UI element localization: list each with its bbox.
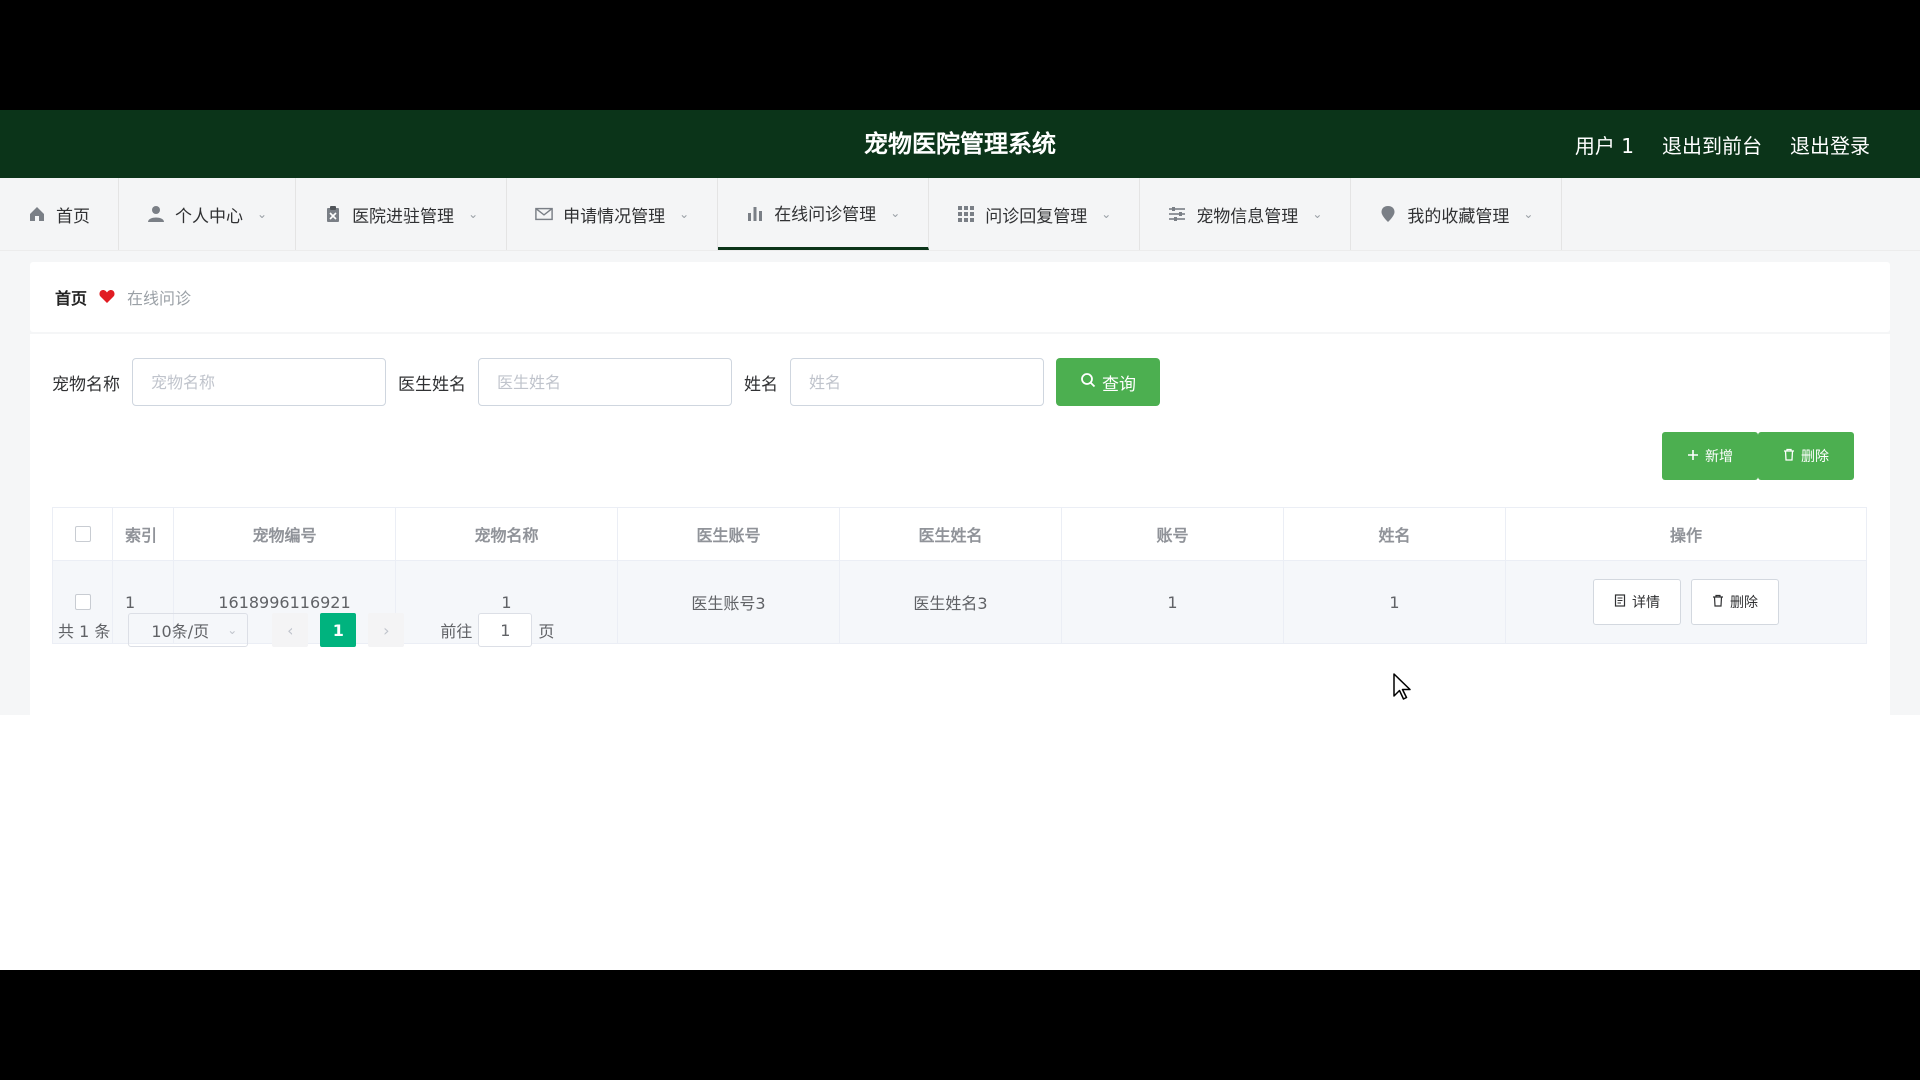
chevron-down-icon: ⌄ <box>1523 207 1534 221</box>
select-all-cell <box>53 508 113 560</box>
column-header: 账号 <box>1062 508 1284 560</box>
breadcrumb-home[interactable]: 首页 <box>55 285 87 309</box>
doctor-name-input[interactable] <box>478 358 732 406</box>
nav-item-label: 医院进驻管理 <box>352 206 455 227</box>
column-header: 索引 <box>113 508 174 560</box>
back-to-front-link[interactable]: 退出到前台 <box>1662 130 1762 159</box>
batch-delete-button-label: 删除 <box>1801 448 1829 464</box>
cell-actions: 详情 删除 <box>1506 561 1866 643</box>
page-size-select[interactable]: 10条/页 ⌄ <box>128 613 249 647</box>
add-button-label: 新增 <box>1705 448 1733 464</box>
search-form: 宠物名称 医生姓名 姓名 查询 <box>52 358 1160 406</box>
chevron-down-icon: ⌄ <box>679 207 690 221</box>
add-button[interactable]: 新增 <box>1662 432 1758 480</box>
nav-item-online-consult[interactable]: 在线问诊管理 ⌄ <box>718 178 930 250</box>
table-header: 索引 宠物编号 宠物名称 医生账号 医生姓名 账号 姓名 操作 <box>53 508 1866 561</box>
column-header: 医生账号 <box>618 508 840 560</box>
current-user[interactable]: 用户 1 <box>1575 130 1634 159</box>
chevron-down-icon: ⌄ <box>468 207 479 221</box>
location-icon <box>1379 205 1397 223</box>
heart-icon <box>99 288 115 307</box>
user-icon <box>147 205 165 223</box>
trash-icon <box>1783 448 1795 464</box>
goto-suffix: 页 <box>538 622 555 641</box>
breadcrumb-current: 在线问诊 <box>127 289 192 308</box>
header-links: 用户 1 退出到前台 退出登录 <box>1575 110 1870 178</box>
detail-button-label: 详情 <box>1632 594 1660 610</box>
total-count: 共 1 条 <box>58 622 111 641</box>
main-nav: 首页 个人中心 ⌄ 医院进驻管理 ⌄ 申请情况管理 ⌄ 在线问诊管理 ⌄ 问诊回… <box>0 178 1920 251</box>
nav-item-consult-reply[interactable]: 问诊回复管理 ⌄ <box>929 178 1141 250</box>
chevron-down-icon: ⌄ <box>257 207 268 221</box>
top-header: 宠物医院管理系统 用户 1 退出到前台 退出登录 <box>0 110 1920 178</box>
nav-item-favorites[interactable]: 我的收藏管理 ⌄ <box>1351 178 1563 250</box>
nav-item-label: 个人中心 <box>175 206 243 227</box>
breadcrumb: 首页 在线问诊 <box>30 262 1890 332</box>
nav-item-personal-center[interactable]: 个人中心 ⌄ <box>119 178 297 250</box>
clipboard-icon <box>324 205 342 223</box>
toolbar: 新增 删除 <box>1662 432 1854 480</box>
nav-item-hospital-settle[interactable]: 医院进驻管理 ⌄ <box>296 178 508 250</box>
nav-item-label: 问诊回复管理 <box>985 206 1088 227</box>
name-label: 姓名 <box>744 374 778 395</box>
select-all-checkbox[interactable] <box>74 526 91 542</box>
next-page-button[interactable]: › <box>368 613 405 647</box>
chevron-down-icon: ⌄ <box>1312 207 1323 221</box>
chevron-left-icon: ‹ <box>287 620 294 640</box>
cell-doctor-account: 医生账号3 <box>618 561 840 643</box>
logout-link[interactable]: 退出登录 <box>1790 130 1870 159</box>
nav-item-label: 申请情况管理 <box>563 206 666 227</box>
bar-chart-icon <box>746 204 764 222</box>
pet-name-label: 宠物名称 <box>52 374 120 395</box>
column-header: 姓名 <box>1284 508 1506 560</box>
chevron-down-icon: ⌄ <box>890 205 901 220</box>
row-delete-button-label: 删除 <box>1730 594 1758 610</box>
document-icon <box>1614 594 1626 610</box>
trash-icon <box>1712 594 1724 610</box>
prev-page-button[interactable]: ‹ <box>272 613 309 647</box>
page-number-current[interactable]: 1 <box>320 613 357 647</box>
pet-name-input[interactable] <box>132 358 386 406</box>
row-checkbox[interactable] <box>74 594 91 610</box>
column-header: 宠物名称 <box>396 508 618 560</box>
batch-delete-button[interactable]: 删除 <box>1758 432 1854 480</box>
column-header: 医生姓名 <box>840 508 1062 560</box>
nav-item-label: 宠物信息管理 <box>1196 206 1299 227</box>
mail-icon <box>535 205 553 223</box>
search-icon <box>1080 372 1096 393</box>
plus-icon <box>1687 448 1699 464</box>
nav-item-label: 在线问诊管理 <box>774 205 877 225</box>
goto-prefix: 前往 <box>440 622 473 641</box>
query-button-label: 查询 <box>1102 374 1136 394</box>
page-size-value: 10条/页 <box>151 622 210 641</box>
main-panel: 宠物名称 医生姓名 姓名 查询 新增 <box>30 334 1890 715</box>
grid-icon <box>957 205 975 223</box>
goto-page-input[interactable] <box>478 613 533 647</box>
nav-item-home[interactable]: 首页 <box>0 178 119 250</box>
nav-item-label: 首页 <box>56 206 90 227</box>
app-window: 宠物医院管理系统 用户 1 退出到前台 退出登录 首页 个人中心 ⌄ 医院进驻管… <box>0 110 1920 970</box>
nav-item-label: 我的收藏管理 <box>1407 206 1510 227</box>
query-button[interactable]: 查询 <box>1056 358 1160 406</box>
cell-name: 1 <box>1284 561 1506 643</box>
chevron-right-icon: › <box>383 620 390 640</box>
chevron-down-icon: ⌄ <box>227 623 238 637</box>
nav-item-application[interactable]: 申请情况管理 ⌄ <box>507 178 719 250</box>
cell-account: 1 <box>1062 561 1284 643</box>
column-header: 操作 <box>1669 526 1702 545</box>
nav-item-pet-info[interactable]: 宠物信息管理 ⌄ <box>1140 178 1352 250</box>
pagination: 共 1 条 10条/页 ⌄ ‹ 1 › 前往 页 <box>58 612 554 648</box>
row-delete-button[interactable]: 删除 <box>1691 579 1779 625</box>
home-icon <box>28 205 46 223</box>
chevron-down-icon: ⌄ <box>1101 207 1112 221</box>
name-input[interactable] <box>790 358 1044 406</box>
cell-doctor-name: 医生姓名3 <box>840 561 1062 643</box>
sliders-icon <box>1168 205 1186 223</box>
doctor-name-label: 医生姓名 <box>398 374 466 395</box>
detail-button[interactable]: 详情 <box>1593 579 1681 625</box>
mouse-cursor-icon <box>1392 672 1414 702</box>
column-header: 宠物编号 <box>174 508 396 560</box>
